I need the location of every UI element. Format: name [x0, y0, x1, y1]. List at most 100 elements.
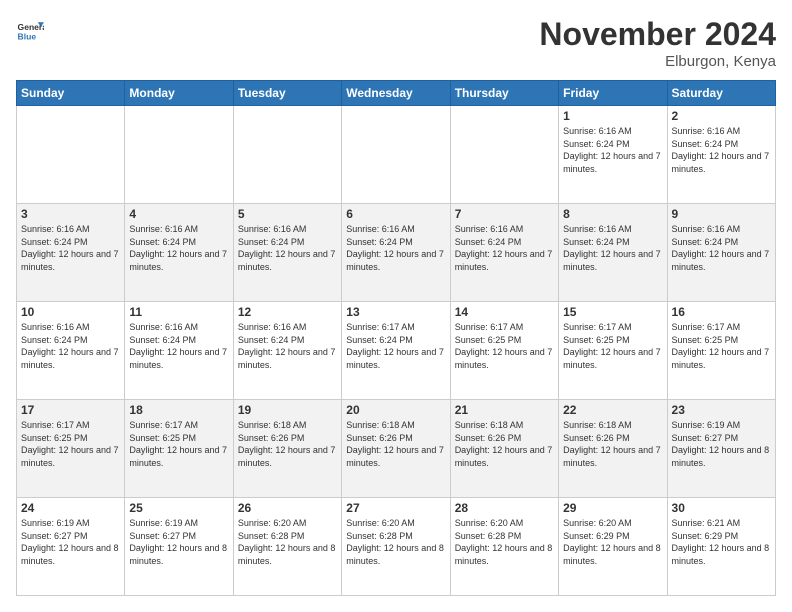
- day-info: Sunrise: 6:17 AM Sunset: 6:24 PM Dayligh…: [346, 321, 445, 371]
- calendar-day-cell: [233, 106, 341, 204]
- calendar-day-cell: 15 Sunrise: 6:17 AM Sunset: 6:25 PM Dayli…: [559, 302, 667, 400]
- day-number: 4: [129, 207, 228, 221]
- col-sunday: Sunday: [17, 81, 125, 106]
- day-info: Sunrise: 6:16 AM Sunset: 6:24 PM Dayligh…: [672, 125, 771, 175]
- day-number: 8: [563, 207, 662, 221]
- calendar-week-row: 10 Sunrise: 6:16 AM Sunset: 6:24 PM Dayli…: [17, 302, 776, 400]
- day-info: Sunrise: 6:16 AM Sunset: 6:24 PM Dayligh…: [238, 321, 337, 371]
- day-info: Sunrise: 6:16 AM Sunset: 6:24 PM Dayligh…: [129, 321, 228, 371]
- day-number: 1: [563, 109, 662, 123]
- calendar-day-cell: 18 Sunrise: 6:17 AM Sunset: 6:25 PM Dayli…: [125, 400, 233, 498]
- day-info: Sunrise: 6:16 AM Sunset: 6:24 PM Dayligh…: [129, 223, 228, 273]
- calendar-day-cell: [342, 106, 450, 204]
- calendar-day-cell: 5Sunrise: 6:16 AM Sunset: 6:24 PM Daylig…: [233, 204, 341, 302]
- day-info: Sunrise: 6:16 AM Sunset: 6:24 PM Dayligh…: [455, 223, 554, 273]
- calendar-day-cell: [450, 106, 558, 204]
- col-monday: Monday: [125, 81, 233, 106]
- day-number: 10: [21, 305, 120, 319]
- day-number: 18: [129, 403, 228, 417]
- calendar-day-cell: 6Sunrise: 6:16 AM Sunset: 6:24 PM Daylig…: [342, 204, 450, 302]
- calendar-day-cell: 14 Sunrise: 6:17 AM Sunset: 6:25 PM Dayli…: [450, 302, 558, 400]
- day-info: Sunrise: 6:16 AM Sunset: 6:24 PM Dayligh…: [21, 223, 120, 273]
- month-title: November 2024: [539, 16, 776, 53]
- day-info: Sunrise: 6:20 AM Sunset: 6:28 PM Dayligh…: [238, 517, 337, 567]
- calendar-day-cell: 9 Sunrise: 6:16 AM Sunset: 6:24 PM Daylig…: [667, 204, 775, 302]
- day-info: Sunrise: 6:17 AM Sunset: 6:25 PM Dayligh…: [129, 419, 228, 469]
- calendar-day-cell: 11 Sunrise: 6:16 AM Sunset: 6:24 PM Dayli…: [125, 302, 233, 400]
- day-info: Sunrise: 6:16 AM Sunset: 6:24 PM Dayligh…: [21, 321, 120, 371]
- calendar-day-cell: 16 Sunrise: 6:17 AM Sunset: 6:25 PM Dayli…: [667, 302, 775, 400]
- day-info: Sunrise: 6:20 AM Sunset: 6:28 PM Dayligh…: [346, 517, 445, 567]
- day-number: 16: [672, 305, 771, 319]
- day-info: Sunrise: 6:16 AM Sunset: 6:24 PM Dayligh…: [672, 223, 771, 273]
- day-info: Sunrise: 6:19 AM Sunset: 6:27 PM Dayligh…: [21, 517, 120, 567]
- day-info: Sunrise: 6:20 AM Sunset: 6:28 PM Dayligh…: [455, 517, 554, 567]
- calendar-day-cell: 2 Sunrise: 6:16 AM Sunset: 6:24 PM Daylig…: [667, 106, 775, 204]
- day-number: 21: [455, 403, 554, 417]
- calendar-week-row: 17 Sunrise: 6:17 AM Sunset: 6:25 PM Dayli…: [17, 400, 776, 498]
- calendar-day-cell: [125, 106, 233, 204]
- calendar-week-row: 24 Sunrise: 6:19 AM Sunset: 6:27 PM Dayli…: [17, 498, 776, 596]
- day-number: 25: [129, 501, 228, 515]
- day-number: 13: [346, 305, 445, 319]
- day-number: 12: [238, 305, 337, 319]
- day-info: Sunrise: 6:16 AM Sunset: 6:24 PM Dayligh…: [238, 223, 337, 273]
- calendar-day-cell: [17, 106, 125, 204]
- day-number: 2: [672, 109, 771, 123]
- col-saturday: Saturday: [667, 81, 775, 106]
- calendar-day-cell: 29 Sunrise: 6:20 AM Sunset: 6:29 PM Dayli…: [559, 498, 667, 596]
- day-info: Sunrise: 6:20 AM Sunset: 6:29 PM Dayligh…: [563, 517, 662, 567]
- day-info: Sunrise: 6:19 AM Sunset: 6:27 PM Dayligh…: [672, 419, 771, 469]
- day-number: 7: [455, 207, 554, 221]
- calendar-week-row: 1 Sunrise: 6:16 AM Sunset: 6:24 PM Daylig…: [17, 106, 776, 204]
- calendar-day-cell: 25 Sunrise: 6:19 AM Sunset: 6:27 PM Dayli…: [125, 498, 233, 596]
- day-number: 26: [238, 501, 337, 515]
- calendar-day-cell: 21 Sunrise: 6:18 AM Sunset: 6:26 PM Dayli…: [450, 400, 558, 498]
- day-number: 14: [455, 305, 554, 319]
- calendar-day-cell: 27 Sunrise: 6:20 AM Sunset: 6:28 PM Dayli…: [342, 498, 450, 596]
- col-friday: Friday: [559, 81, 667, 106]
- calendar-day-cell: 13 Sunrise: 6:17 AM Sunset: 6:24 PM Dayli…: [342, 302, 450, 400]
- day-number: 9: [672, 207, 771, 221]
- day-number: 3: [21, 207, 120, 221]
- day-info: Sunrise: 6:19 AM Sunset: 6:27 PM Dayligh…: [129, 517, 228, 567]
- day-number: 29: [563, 501, 662, 515]
- calendar-week-row: 3 Sunrise: 6:16 AM Sunset: 6:24 PM Daylig…: [17, 204, 776, 302]
- calendar-day-cell: 1Sunrise: 6:16 AM Sunset: 6:24 PM Daylig…: [559, 106, 667, 204]
- day-number: 23: [672, 403, 771, 417]
- calendar-day-cell: 20Sunrise: 6:18 AM Sunset: 6:26 PM Dayli…: [342, 400, 450, 498]
- day-info: Sunrise: 6:17 AM Sunset: 6:25 PM Dayligh…: [21, 419, 120, 469]
- day-number: 22: [563, 403, 662, 417]
- day-number: 11: [129, 305, 228, 319]
- day-info: Sunrise: 6:17 AM Sunset: 6:25 PM Dayligh…: [563, 321, 662, 371]
- calendar-day-cell: 22 Sunrise: 6:18 AM Sunset: 6:26 PM Dayli…: [559, 400, 667, 498]
- calendar-day-cell: 12 Sunrise: 6:16 AM Sunset: 6:24 PM Dayli…: [233, 302, 341, 400]
- day-info: Sunrise: 6:18 AM Sunset: 6:26 PM Dayligh…: [455, 419, 554, 469]
- calendar-day-cell: 26 Sunrise: 6:20 AM Sunset: 6:28 PM Dayli…: [233, 498, 341, 596]
- title-block: November 2024 Elburgon, Kenya: [539, 16, 776, 70]
- calendar-day-cell: 28Sunrise: 6:20 AM Sunset: 6:28 PM Dayli…: [450, 498, 558, 596]
- calendar-header-row: Sunday Monday Tuesday Wednesday Thursday…: [17, 81, 776, 106]
- day-number: 27: [346, 501, 445, 515]
- calendar-day-cell: 17 Sunrise: 6:17 AM Sunset: 6:25 PM Dayli…: [17, 400, 125, 498]
- col-thursday: Thursday: [450, 81, 558, 106]
- col-wednesday: Wednesday: [342, 81, 450, 106]
- calendar-day-cell: 4 Sunrise: 6:16 AM Sunset: 6:24 PM Daylig…: [125, 204, 233, 302]
- calendar-day-cell: 8Sunrise: 6:16 AM Sunset: 6:24 PM Daylig…: [559, 204, 667, 302]
- day-number: 20: [346, 403, 445, 417]
- page-header: General Blue November 2024 Elburgon, Ken…: [16, 16, 776, 70]
- calendar-day-cell: 7 Sunrise: 6:16 AM Sunset: 6:24 PM Daylig…: [450, 204, 558, 302]
- day-info: Sunrise: 6:17 AM Sunset: 6:25 PM Dayligh…: [455, 321, 554, 371]
- day-number: 24: [21, 501, 120, 515]
- day-number: 17: [21, 403, 120, 417]
- day-info: Sunrise: 6:18 AM Sunset: 6:26 PM Dayligh…: [563, 419, 662, 469]
- day-info: Sunrise: 6:21 AM Sunset: 6:29 PM Dayligh…: [672, 517, 771, 567]
- day-number: 6: [346, 207, 445, 221]
- calendar-day-cell: 3 Sunrise: 6:16 AM Sunset: 6:24 PM Daylig…: [17, 204, 125, 302]
- calendar-day-cell: 10 Sunrise: 6:16 AM Sunset: 6:24 PM Dayli…: [17, 302, 125, 400]
- logo: General Blue: [16, 16, 44, 44]
- calendar-day-cell: 30Sunrise: 6:21 AM Sunset: 6:29 PM Dayli…: [667, 498, 775, 596]
- day-number: 15: [563, 305, 662, 319]
- calendar-day-cell: 19Sunrise: 6:18 AM Sunset: 6:26 PM Dayli…: [233, 400, 341, 498]
- day-info: Sunrise: 6:17 AM Sunset: 6:25 PM Dayligh…: [672, 321, 771, 371]
